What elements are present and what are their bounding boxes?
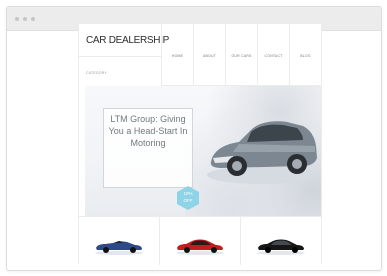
nav-item-home[interactable]: HOME [161, 24, 193, 86]
badge-line1: 10% [183, 191, 193, 196]
nav-item-label: ABOUT [202, 54, 217, 58]
nav-item-our-cars[interactable]: OUR CARS [225, 24, 257, 86]
nav-item-label: HOME [171, 54, 184, 58]
logo-area: CAR DEALERSHIP [79, 24, 169, 57]
site-logo[interactable]: CAR DEALERSHIP [86, 35, 169, 46]
product-card-red-car[interactable] [159, 217, 240, 265]
window-control-dot[interactable] [23, 17, 27, 21]
product-row [79, 216, 321, 265]
nav-item-label: CONTACT [264, 54, 283, 58]
hero-text-card: LTM Group: Giving You a Head-Start In Mo… [103, 108, 193, 188]
main-nav: HOME ABOUT OUR CARS CONTACT BLOG [161, 24, 321, 86]
hero-headline: LTM Group: Giving You a Head-Start In Mo… [108, 114, 188, 148]
nav-item-about[interactable]: ABOUT [193, 24, 225, 86]
product-card-black-car[interactable] [240, 217, 321, 265]
badge-line2: OFF [183, 198, 193, 203]
nav-item-blog[interactable]: BLOG [289, 24, 321, 86]
window-control-dot[interactable] [31, 17, 35, 21]
nav-item-label: BLOG [300, 54, 311, 58]
product-card-blue-car[interactable] [79, 217, 159, 265]
hero-car-image [207, 121, 319, 184]
hero-banner: LTM Group: Giving You a Head-Start In Mo… [85, 86, 321, 216]
website-preview: CAR DEALERSHIP HOME ABOUT OUR CARS CONTA… [78, 24, 322, 265]
discount-badge-text: 10% OFF [177, 190, 199, 204]
black-car-icon [257, 239, 305, 255]
window-control-dot[interactable] [15, 17, 19, 21]
blue-car-icon [95, 241, 143, 255]
nav-item-label: OUR CARS [231, 54, 252, 58]
red-car-icon [176, 239, 224, 255]
breadcrumb[interactable]: CATEGORY [86, 71, 107, 75]
nav-item-contact[interactable]: CONTACT [257, 24, 289, 86]
